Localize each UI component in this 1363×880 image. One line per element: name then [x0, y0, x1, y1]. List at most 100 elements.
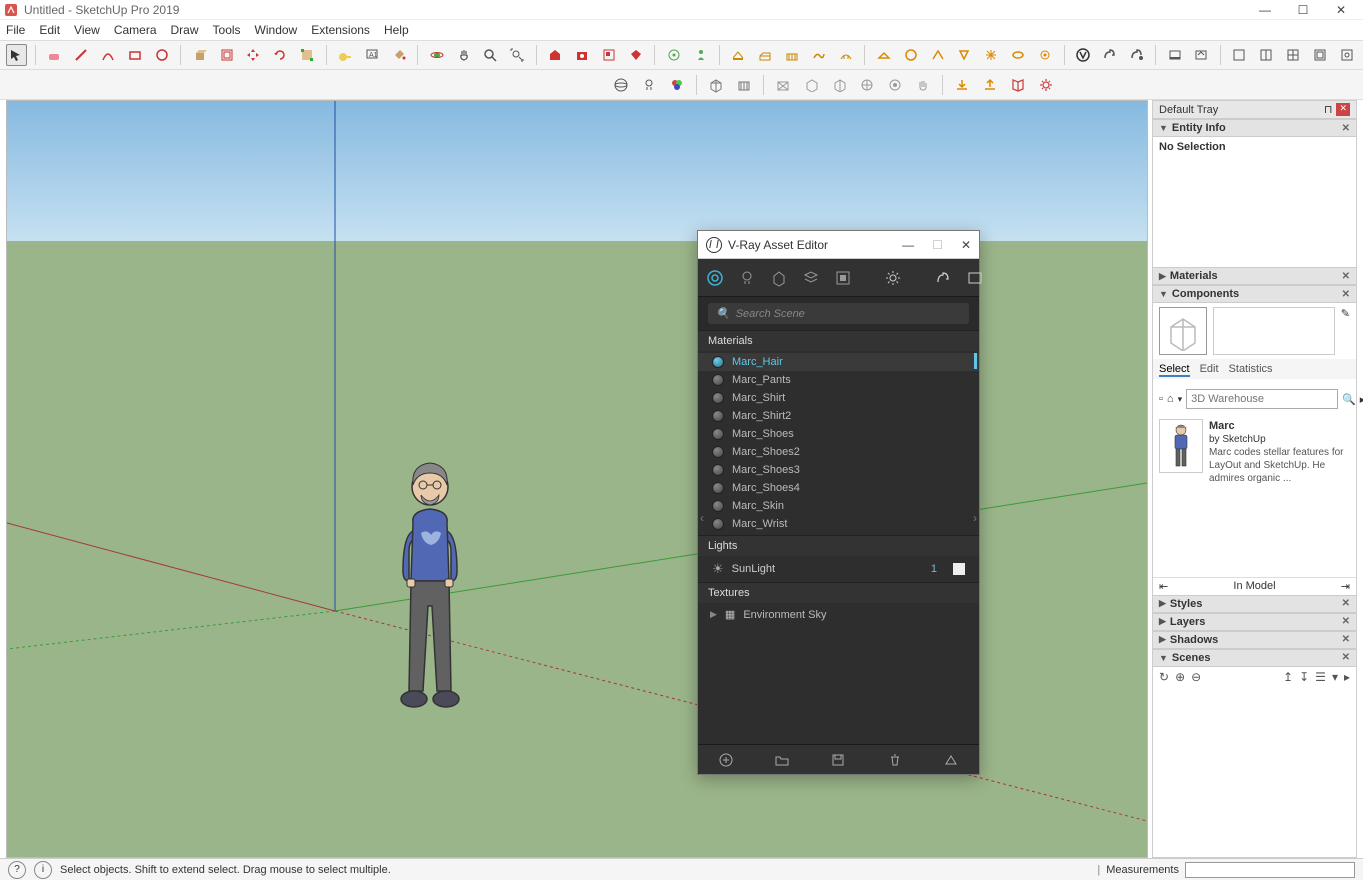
material-item[interactable]: Marc_Wrist: [698, 515, 979, 533]
layout-icon[interactable]: [599, 44, 620, 66]
vray-open-icon[interactable]: [772, 750, 792, 770]
menu-tools[interactable]: Tools: [213, 23, 241, 37]
panel-layers[interactable]: ▶Layers✕: [1153, 613, 1356, 631]
material-item[interactable]: Marc_Hair: [698, 353, 979, 371]
sandbox2-icon[interactable]: [755, 44, 776, 66]
orbit-tool-icon[interactable]: [426, 44, 447, 66]
vray-interactive-icon[interactable]: [1126, 44, 1147, 66]
texture-item[interactable]: ▶ ▦ Environment Sky: [698, 603, 979, 626]
menu-window[interactable]: Window: [255, 23, 298, 37]
vray-frame-icon[interactable]: [1191, 44, 1212, 66]
menu-draw[interactable]: Draw: [171, 23, 199, 37]
vr-mesh3-icon[interactable]: [828, 74, 850, 96]
tape-measure-icon[interactable]: [335, 44, 356, 66]
panel-close-icon[interactable]: ✕: [1342, 271, 1350, 282]
scene-add-icon[interactable]: ⊕: [1175, 670, 1185, 684]
scene-up-icon[interactable]: ↥: [1283, 670, 1293, 684]
vray-tab-geometry-icon[interactable]: [770, 267, 788, 289]
solid7-icon[interactable]: [1035, 44, 1056, 66]
menu-file[interactable]: File: [6, 23, 25, 37]
scene-list-icon[interactable]: ☰: [1315, 670, 1326, 684]
menu-edit[interactable]: Edit: [39, 23, 60, 37]
menu-view[interactable]: View: [74, 23, 100, 37]
vr-export1-icon[interactable]: [951, 74, 973, 96]
material-item[interactable]: Marc_Shoes3: [698, 461, 979, 479]
marc-figure[interactable]: [383, 451, 477, 711]
text-tool-icon[interactable]: A1: [362, 44, 383, 66]
panel-close-icon[interactable]: ✕: [1342, 598, 1350, 609]
vr-mesh2-icon[interactable]: [800, 74, 822, 96]
tab-statistics[interactable]: Statistics: [1229, 363, 1273, 377]
panel-close-icon[interactable]: ✕: [1342, 123, 1350, 134]
vray-tab-settings-icon[interactable]: [884, 267, 902, 289]
person-icon[interactable]: [690, 44, 711, 66]
expand-icon[interactable]: ▶: [710, 609, 717, 620]
solid2-icon[interactable]: [900, 44, 921, 66]
circle-tool-icon[interactable]: [151, 44, 172, 66]
zoom-tool-icon[interactable]: [480, 44, 501, 66]
minimize-button[interactable]: —: [1255, 3, 1275, 17]
light-enable-checkbox[interactable]: [953, 563, 965, 575]
menu-help[interactable]: Help: [384, 23, 409, 37]
vray-titlebar[interactable]: V-Ray Asset Editor — ☐ ✕: [698, 231, 979, 259]
rectangle-tool-icon[interactable]: [125, 44, 146, 66]
search-icon[interactable]: 🔍: [1342, 393, 1356, 406]
scene-refresh-icon[interactable]: ↻: [1159, 670, 1169, 684]
vr-cube1-icon[interactable]: [705, 74, 727, 96]
sandbox5-icon[interactable]: [836, 44, 857, 66]
solid5-icon[interactable]: [981, 44, 1002, 66]
sandbox4-icon[interactable]: [809, 44, 830, 66]
vray-tab-lights-icon[interactable]: [738, 267, 756, 289]
pan-tool-icon[interactable]: [453, 44, 474, 66]
tab-select[interactable]: Select: [1159, 363, 1190, 377]
menu-camera[interactable]: Camera: [114, 23, 157, 37]
paint-bucket-icon[interactable]: [388, 44, 409, 66]
panel-shadows[interactable]: ▶Shadows✕: [1153, 631, 1356, 649]
panel-close-icon[interactable]: ✕: [1342, 616, 1350, 627]
pin-icon[interactable]: ⊓: [1324, 103, 1333, 116]
component-name-field[interactable]: [1213, 307, 1335, 355]
menu-extensions[interactable]: Extensions: [311, 23, 370, 37]
view3-icon[interactable]: [1283, 44, 1304, 66]
scale-tool-icon[interactable]: [297, 44, 318, 66]
vr-proxy-icon[interactable]: [733, 74, 755, 96]
panel-close-icon[interactable]: ✕: [1342, 652, 1350, 663]
vray-tab-layers-icon[interactable]: [802, 267, 820, 289]
close-button[interactable]: ✕: [1331, 3, 1351, 17]
vr-gear-icon[interactable]: [1035, 74, 1057, 96]
solid3-icon[interactable]: [927, 44, 948, 66]
pushpull-tool-icon[interactable]: [189, 44, 210, 66]
vray-asset-editor[interactable]: V-Ray Asset Editor — ☐ ✕ 🔍 Search Scene …: [697, 230, 980, 775]
eraser-tool-icon[interactable]: [44, 44, 65, 66]
vray-tab-materials-icon[interactable]: [706, 267, 724, 289]
vray-purge-icon[interactable]: [941, 750, 961, 770]
select-tool-icon[interactable]: [6, 44, 27, 66]
component-thumb[interactable]: [1159, 307, 1207, 355]
panel-components[interactable]: ▼Components✕: [1153, 285, 1356, 303]
panel-entity-info[interactable]: ▼Entity Info✕: [1153, 119, 1356, 137]
light-item[interactable]: ☀ SunLight 1: [698, 556, 979, 582]
component-apply-icon[interactable]: ✎: [1341, 307, 1350, 320]
vray-viewport-icon[interactable]: [1164, 44, 1185, 66]
offset-tool-icon[interactable]: [216, 44, 237, 66]
vray-add-icon[interactable]: [716, 750, 736, 770]
nav-back-icon[interactable]: ▫: [1159, 393, 1163, 405]
ruby-icon[interactable]: [625, 44, 646, 66]
view5-icon[interactable]: [1336, 44, 1357, 66]
vray-minimize-button[interactable]: —: [902, 238, 914, 252]
vray-maximize-button[interactable]: ☐: [932, 238, 943, 252]
material-item[interactable]: Marc_Shoes4: [698, 479, 979, 497]
info-icon[interactable]: i: [34, 861, 52, 879]
panel-scenes[interactable]: ▼Scenes✕: [1153, 649, 1356, 667]
warehouse-icon[interactable]: [545, 44, 566, 66]
vray-save-icon[interactable]: [828, 750, 848, 770]
vray-delete-icon[interactable]: [885, 750, 905, 770]
move-tool-icon[interactable]: [243, 44, 264, 66]
vray-render-icon[interactable]: [1099, 44, 1120, 66]
panel-styles[interactable]: ▶Styles✕: [1153, 595, 1356, 613]
nav-home-icon[interactable]: ⌂: [1167, 393, 1174, 405]
nav-last-icon[interactable]: ⇥: [1341, 580, 1350, 593]
panel-close-icon[interactable]: ✕: [1342, 289, 1350, 300]
material-item[interactable]: Marc_Skin: [698, 497, 979, 515]
solid1-icon[interactable]: [873, 44, 894, 66]
